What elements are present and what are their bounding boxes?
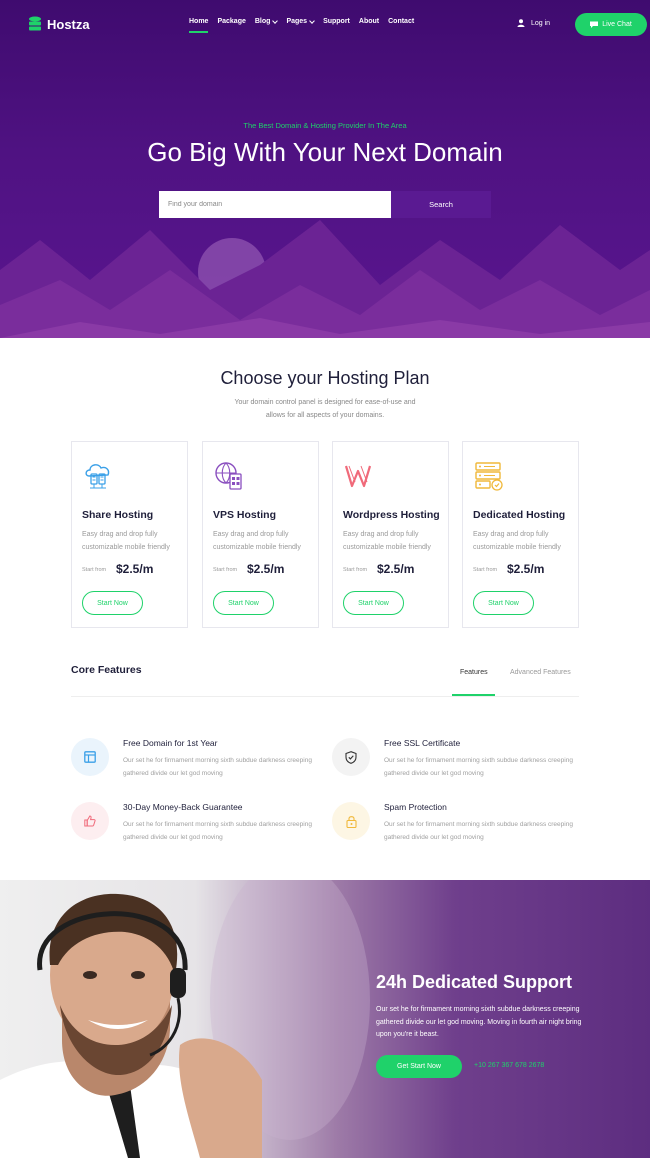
nav-package[interactable]: Package (217, 18, 245, 25)
plan-price: $2.5/m (507, 562, 545, 576)
plan-description: Easy drag and drop fully customizable mo… (343, 531, 431, 551)
globe-server-icon (215, 462, 242, 490)
nav-home-label: Home (189, 18, 209, 25)
nav-contact-label: Contact (388, 18, 415, 25)
feature-icon-circle (71, 802, 109, 840)
nav-home[interactable]: Home (189, 18, 209, 33)
chevron-down-icon (309, 17, 315, 24)
nav-blog-label: Blog (254, 18, 271, 25)
feature-description: Our set he for firmament morning sixth s… (123, 821, 312, 841)
login-link[interactable]: Log in (517, 19, 550, 27)
search-button[interactable]: Search (391, 191, 491, 218)
plan-from-label: Start from (213, 567, 238, 573)
cloud-server-icon (85, 464, 110, 489)
feature-title: Spam Protection (384, 802, 447, 812)
core-features-title: Core Features (71, 664, 142, 676)
live-chat-label: Live Chat (602, 21, 632, 28)
feature-icon-circle (332, 738, 370, 776)
start-now-button[interactable]: Start Now (343, 591, 404, 615)
plan-description: Easy drag and drop fully customizable mo… (82, 531, 170, 551)
database-icon (29, 16, 41, 31)
feature-description: Our set he for firmament morning sixth s… (123, 757, 312, 777)
tabs-divider (71, 696, 579, 697)
brand-name: Hostza (47, 16, 90, 32)
logo[interactable]: Hostza (28, 16, 90, 32)
plan-from-label: Start from (343, 567, 368, 573)
hero-section: Hostza Home Package Blog Pages Support A… (0, 0, 650, 338)
tab-features[interactable]: Features (460, 669, 488, 676)
nav-support-label: Support (323, 18, 350, 25)
feature-title: Free Domain for 1st Year (123, 738, 218, 748)
nav-package-label: Package (217, 18, 246, 25)
chevron-down-icon (272, 17, 279, 24)
plans-description: Your domain control panel is designed fo… (234, 399, 416, 419)
feature-description: Our set he for firmament morning sixth s… (384, 821, 573, 841)
get-start-now-button[interactable]: Get Start Now (376, 1055, 462, 1078)
support-phone[interactable]: +10 267 367 678 2678 (474, 1062, 544, 1069)
chat-bubble-icon (590, 21, 599, 28)
support-description: Our set he for firmament morning sixth s… (376, 1006, 582, 1038)
live-chat-button[interactable]: Live Chat (575, 13, 647, 36)
mountain-illustration (0, 220, 650, 338)
plan-from-label: Start from (82, 567, 107, 573)
plan-title: Wordpress Hosting (343, 509, 440, 521)
nav-pages-label: Pages (286, 18, 308, 25)
browser-window-icon (84, 751, 96, 763)
nav-blog[interactable]: Blog (254, 17, 279, 25)
feature-icon-circle (332, 802, 370, 840)
active-tab-indicator (452, 694, 495, 696)
plans-title: Choose your Hosting Plan (220, 368, 430, 388)
wordpress-icon (344, 465, 372, 488)
thumbs-up-icon (84, 815, 96, 827)
nav-support[interactable]: Support (323, 18, 350, 25)
feature-title: 30-Day Money-Back Guarantee (123, 802, 243, 812)
shield-check-icon (345, 750, 357, 764)
hero-subtitle: The Best Domain & Hosting Provider In Th… (243, 121, 407, 130)
start-now-button[interactable]: Start Now (82, 591, 143, 615)
user-icon (517, 19, 525, 27)
plan-title: Share Hosting (82, 509, 154, 521)
hero-title: Go Big With Your Next Domain (147, 137, 503, 167)
plan-card-vps: VPS Hosting Easy drag and drop fully cus… (202, 441, 319, 628)
nav-about-label: About (358, 18, 380, 25)
lock-icon (345, 815, 357, 828)
feature-title: Free SSL Certificate (384, 738, 461, 748)
nav-pages[interactable]: Pages (286, 17, 315, 25)
nav-about[interactable]: About (359, 18, 379, 25)
start-now-button[interactable]: Start Now (213, 591, 274, 615)
support-title: 24h Dedicated Support (376, 972, 573, 992)
start-now-button[interactable]: Start Now (473, 591, 534, 615)
tab-advanced-features[interactable]: Advanced Features (510, 669, 571, 676)
plan-price: $2.5/m (247, 562, 285, 576)
domain-search-input[interactable] (159, 191, 391, 218)
dedicated-server-icon (475, 462, 503, 491)
plan-card-share: Share Hosting Easy drag and drop fully c… (71, 441, 188, 628)
plan-title: VPS Hosting (213, 509, 277, 521)
plan-title: Dedicated Hosting (473, 509, 566, 521)
plan-card-wordpress: Wordpress Hosting Easy drag and drop ful… (332, 441, 449, 628)
plan-price: $2.5/m (116, 562, 154, 576)
plan-from-label: Start from (473, 567, 498, 573)
login-label: Log in (531, 19, 551, 27)
plan-description: Easy drag and drop fully customizable mo… (213, 531, 301, 551)
main-menu: Home Package Blog Pages Support About Co… (189, 17, 414, 33)
top-navbar: Hostza Home Package Blog Pages Support A… (0, 0, 650, 48)
nav-contact[interactable]: Contact (388, 18, 414, 25)
plan-description: Easy drag and drop fully customizable mo… (473, 531, 561, 551)
plan-card-dedicated: Dedicated Hosting Easy drag and drop ful… (462, 441, 579, 628)
plan-price: $2.5/m (377, 562, 415, 576)
feature-description: Our set he for firmament morning sixth s… (384, 757, 573, 777)
feature-icon-circle (71, 738, 109, 776)
